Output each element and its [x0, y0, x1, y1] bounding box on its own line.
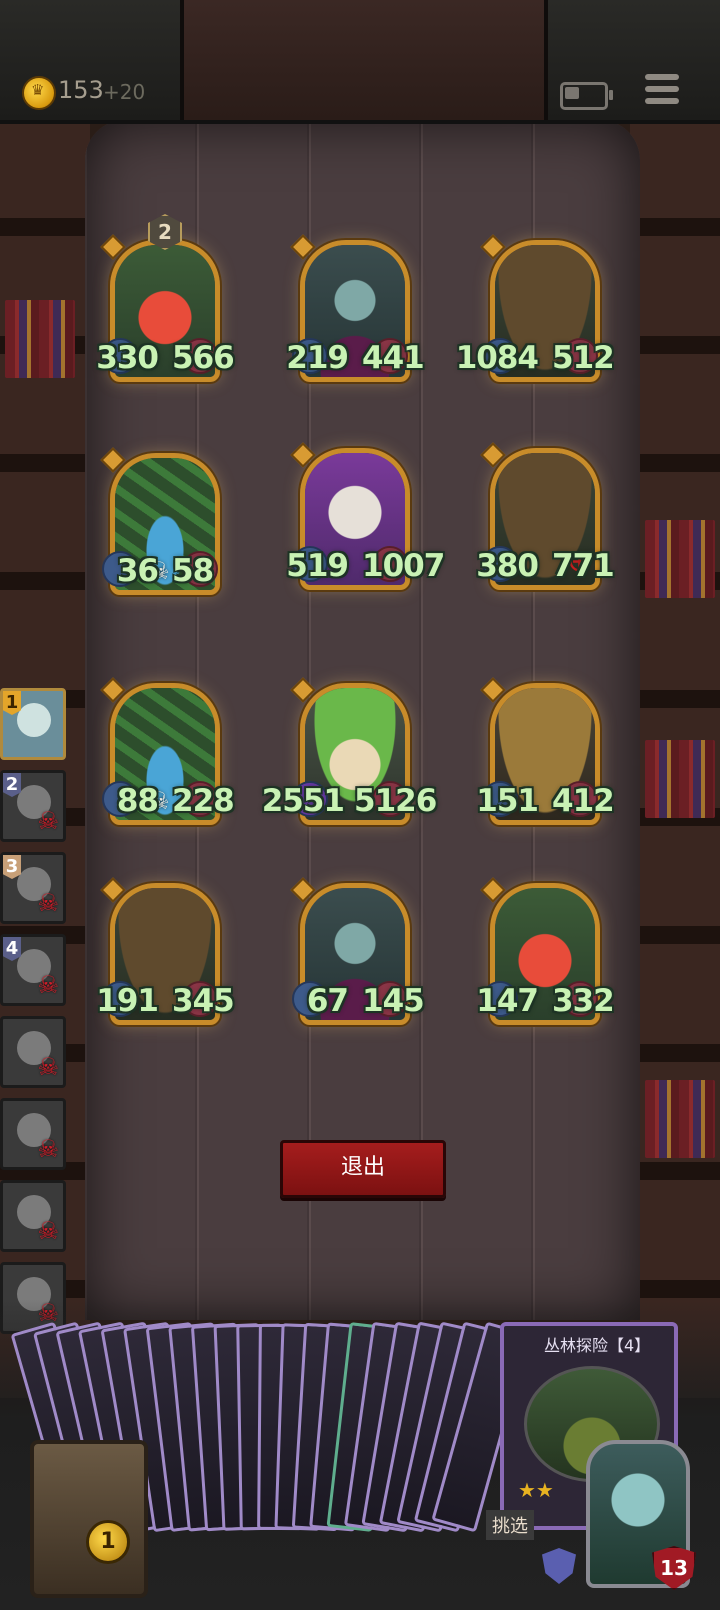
unit-card-6[interactable]: ⊕ 380 771 — [476, 440, 615, 590]
eliminated-skull-icon: ☠ — [37, 807, 59, 835]
unit-attack: 88 — [116, 783, 159, 819]
eliminated-skull-icon: ☠ — [37, 1053, 59, 1081]
unit-health: 332 — [552, 983, 615, 1019]
unit-health: 228 — [172, 783, 235, 819]
opponent-slot[interactable]: 4 ☠ — [0, 934, 66, 1006]
unit-attack: 380 — [476, 548, 539, 584]
gold-coin-icon — [22, 76, 56, 110]
unit-attack: 147 — [476, 983, 539, 1019]
unit-card-4[interactable]: ☠ 36 58 — [100, 445, 220, 595]
unit-health: 345 — [172, 983, 235, 1019]
opponent-rank: 1 — [3, 691, 21, 715]
unit-card-5[interactable]: 519 1007 — [286, 440, 445, 590]
unit-card-1[interactable]: 2 330 566 — [96, 214, 235, 382]
featured-card-title: 丛林探险【4】 — [544, 1336, 651, 1355]
gold-amount: 153 — [58, 76, 104, 104]
opponent-slot[interactable]: 1 — [0, 688, 66, 760]
unit-card-9[interactable]: 151 412 — [476, 675, 615, 825]
unit-attack: 67 — [306, 983, 349, 1019]
menu-icon[interactable] — [645, 74, 679, 110]
unit-card-12[interactable]: 147 332 — [476, 875, 615, 1025]
books-decor — [645, 740, 715, 818]
challenge-label: 挑选 — [486, 1510, 534, 1540]
opponent-slot[interactable]: 3 ☠ — [0, 852, 66, 924]
top-center-panel — [180, 0, 548, 120]
opponent-slot[interactable]: ☠ — [0, 1098, 66, 1170]
books-decor — [5, 300, 75, 378]
opponent-slot[interactable]: ☠ — [0, 1180, 66, 1252]
unit-health: 566 — [172, 340, 235, 376]
unit-card-8[interactable]: 2551 5126 — [262, 675, 437, 825]
unit-attack: 1084 — [455, 340, 539, 376]
unit-attack: 151 — [476, 783, 539, 819]
unit-health: 1007 — [362, 548, 445, 584]
unit-card-2[interactable]: 219 441 — [286, 232, 425, 382]
eliminated-skull-icon: ☠ — [37, 1135, 59, 1163]
eliminated-skull-icon: ☠ — [37, 889, 59, 917]
unit-health: 58 — [172, 553, 214, 589]
unit-attack: 191 — [96, 983, 159, 1019]
unit-health: 412 — [552, 783, 615, 819]
battery-icon — [560, 82, 613, 110]
opponent-rank: 2 — [3, 773, 21, 797]
unit-attack: 219 — [286, 340, 349, 376]
books-decor — [645, 520, 715, 598]
gold-bonus: +20 — [103, 80, 146, 104]
unit-attack: 36 — [116, 553, 159, 589]
opponent-rank: 3 — [3, 855, 21, 879]
chest-count: 1 — [86, 1520, 130, 1564]
top-bar: 153 +20 — [0, 0, 720, 124]
unit-attack: 330 — [96, 340, 159, 376]
unit-health: 512 — [552, 340, 615, 376]
eliminated-skull-icon: ☠ — [37, 1217, 59, 1245]
unit-card-11[interactable]: 67 145 — [290, 875, 425, 1025]
chest-icon[interactable] — [30, 1440, 148, 1598]
eliminated-skull-icon: ☠ — [37, 971, 59, 999]
unit-card-10[interactable]: 191 345 — [96, 875, 235, 1025]
unit-card-7[interactable]: ☠ 88 228 — [100, 675, 235, 825]
unit-attack: 519 — [286, 548, 349, 584]
opponent-list: 1 2 ☠ 3 ☠ 4 ☠ ☠ ☠ ☠ ☠ — [0, 688, 68, 1344]
star-rating-icon: ★★ — [518, 1478, 554, 1502]
unit-health: 145 — [362, 983, 425, 1019]
opponent-slot[interactable]: ☠ — [0, 1016, 66, 1088]
unit-health: 5126 — [354, 783, 437, 819]
exit-button[interactable]: 退出 — [280, 1140, 446, 1198]
unit-attack: 2551 — [261, 783, 345, 819]
unit-card-3[interactable]: 1084 512 — [456, 232, 615, 382]
unit-health: 771 — [552, 548, 615, 584]
opponent-slot[interactable]: 2 ☠ — [0, 770, 66, 842]
opponent-rank: 4 — [3, 937, 21, 961]
unit-health: 441 — [362, 340, 425, 376]
opponent-avatar — [17, 703, 51, 737]
books-decor — [645, 1080, 715, 1158]
